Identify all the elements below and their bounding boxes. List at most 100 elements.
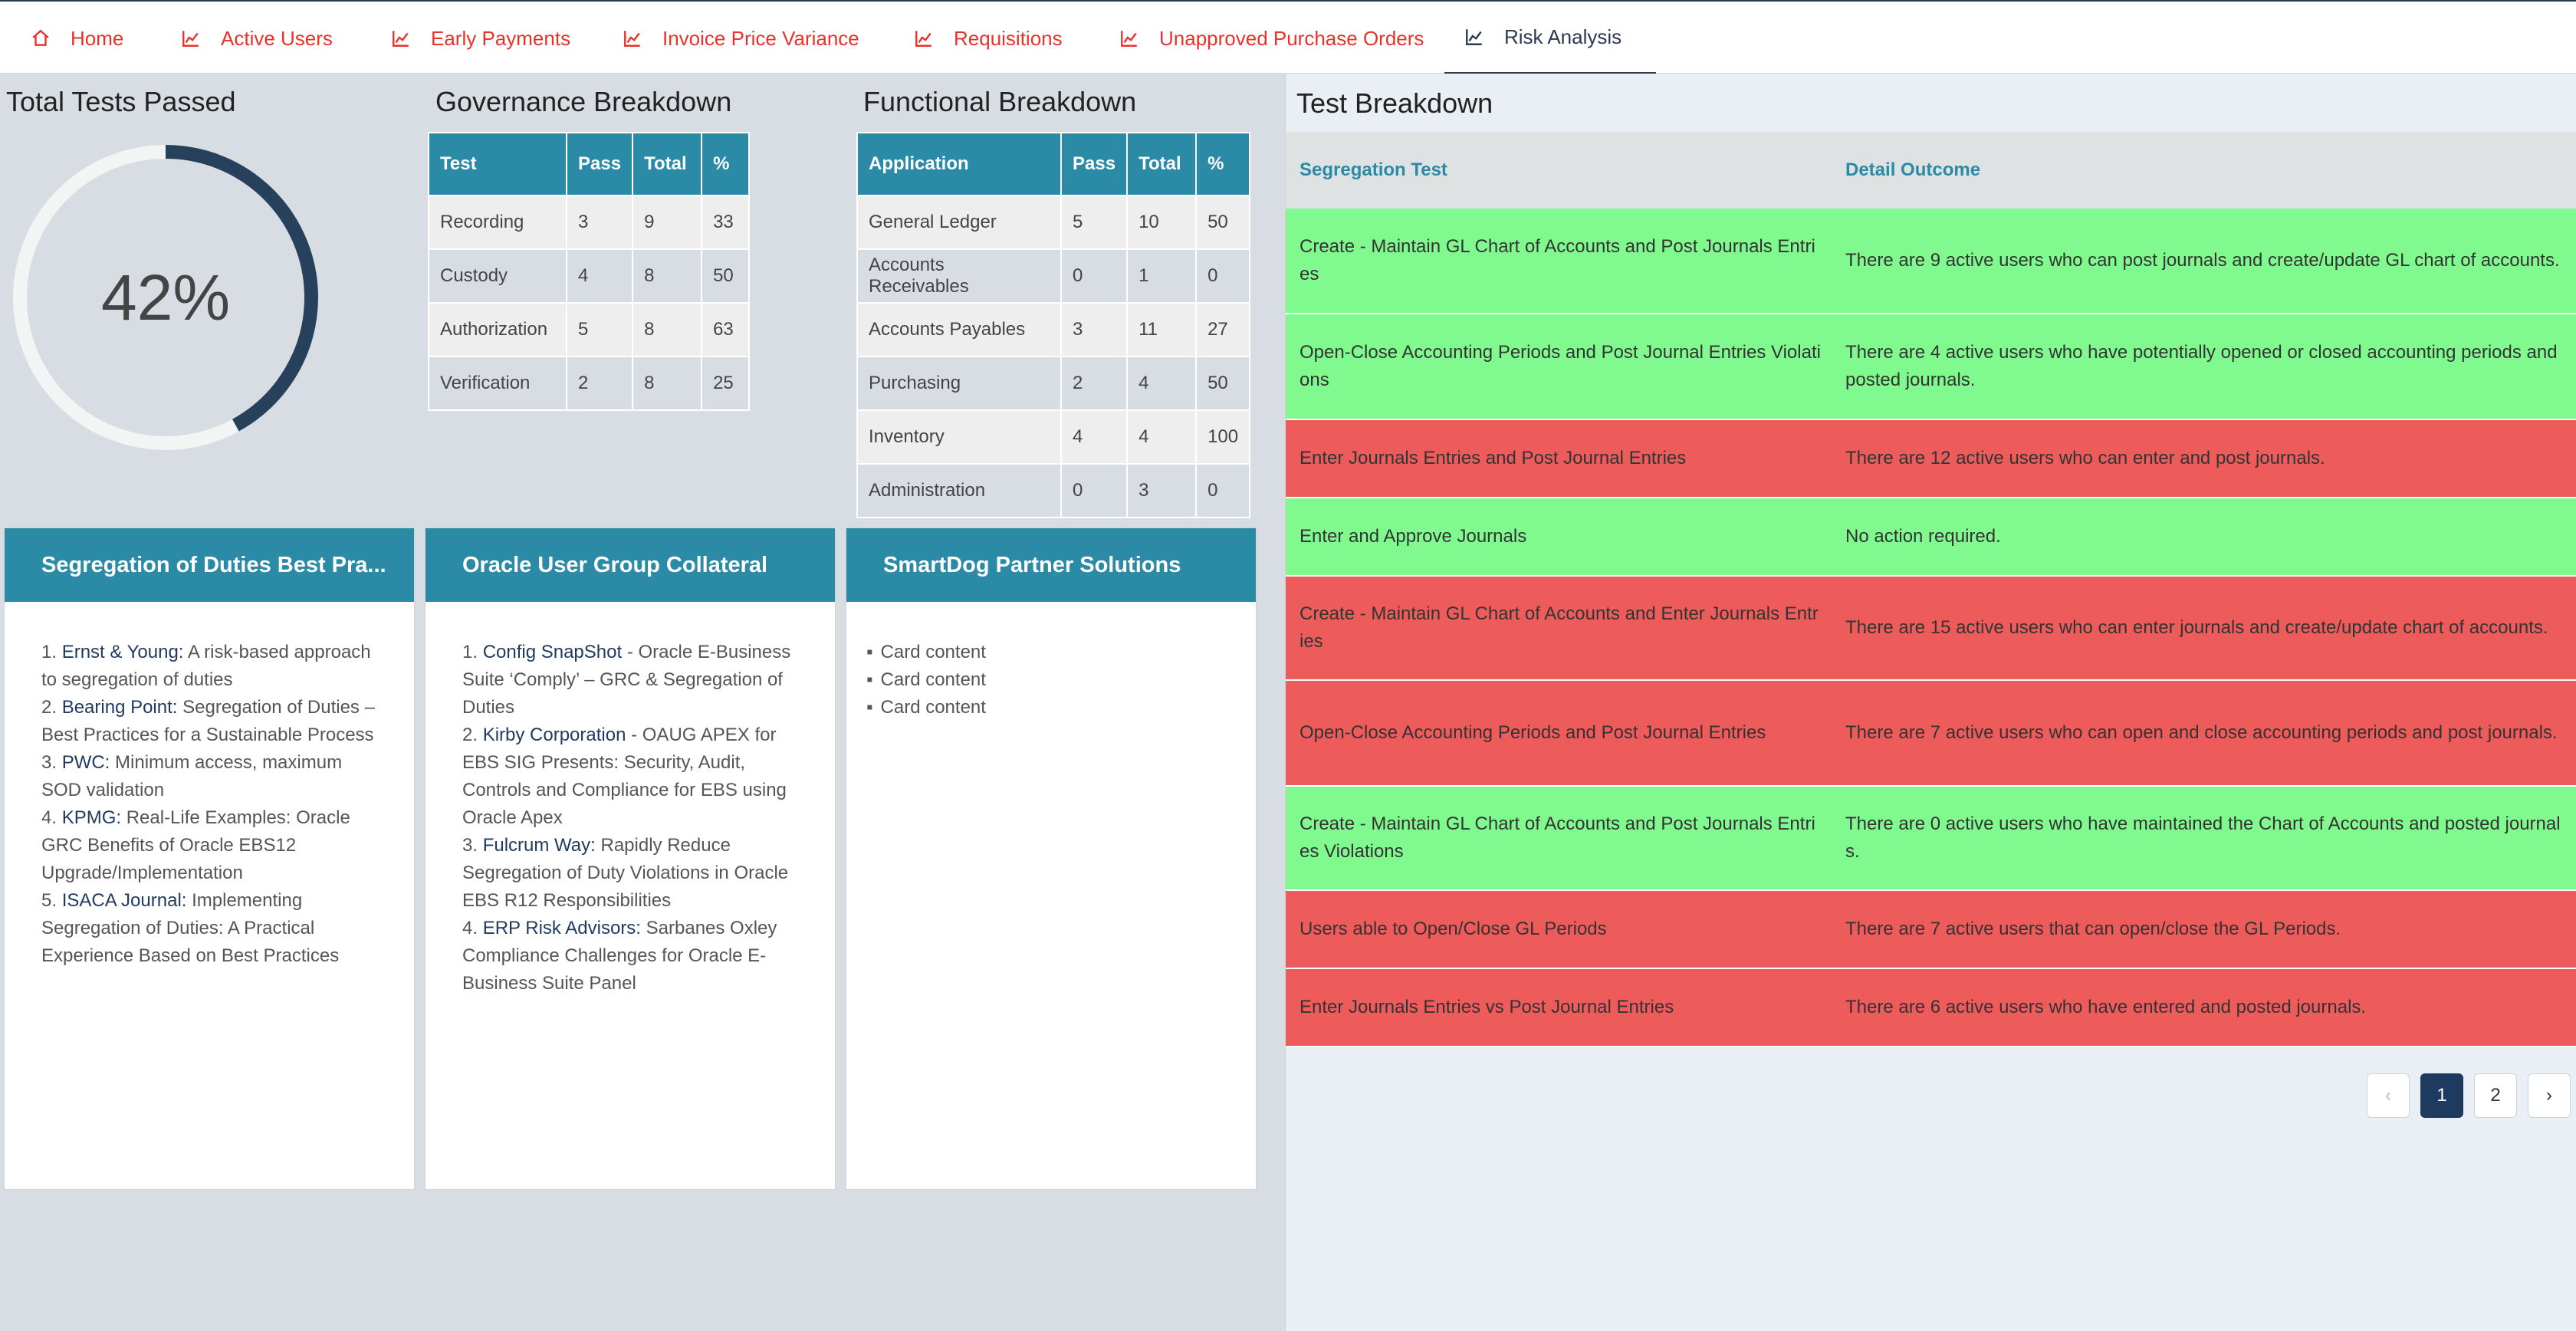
chart-icon — [182, 31, 199, 47]
pagination-next-button[interactable]: › — [2528, 1073, 2571, 1118]
segregation-test: Open-Close Accounting Periods and Post J… — [1300, 342, 1821, 390]
pagination-page-2[interactable]: 2 — [2474, 1073, 2517, 1118]
card-body: Card content Card content Card content — [846, 602, 1256, 721]
table-cell: 25 — [701, 356, 751, 411]
table-cell: 8 — [632, 248, 703, 304]
total-tests-title: Total Tests Passed — [6, 86, 236, 117]
table-cell: 4 — [1126, 356, 1198, 411]
table-row: Verification 2 8 25 — [428, 356, 751, 411]
table-cell: 8 — [632, 302, 703, 357]
tab-risk-analysis[interactable]: Risk Analysis — [1444, 2, 1656, 75]
list-item: 3. Fulcrum Way: Rapidly Reduce Segregati… — [462, 832, 804, 915]
list-item: Card content — [866, 666, 1225, 694]
table-cell: Verification — [428, 356, 567, 411]
table-cell: 50 — [701, 248, 751, 304]
tab-early-payments[interactable]: Early Payments — [371, 2, 590, 75]
item-number: 3. — [41, 752, 58, 773]
test-breakdown-panel: Test Breakdown Segregation Test Detail O… — [1285, 74, 2576, 1331]
table-row: Recording 3 9 33 — [428, 195, 751, 250]
detail-outcome: There are 0 active users who have mainta… — [1845, 813, 2561, 862]
detail-outcome: There are 7 active users that can open/c… — [1845, 919, 2341, 939]
table-row: Accounts Receivables 0 1 0 — [856, 248, 1251, 304]
item-number: 2. — [462, 725, 478, 745]
tab-unapproved-purchase-orders[interactable]: Unapproved Purchase Orders — [1099, 2, 1444, 75]
segregation-test: Enter Journals Entries vs Post Journal E… — [1300, 997, 1674, 1017]
table-cell: 5 — [1060, 195, 1129, 250]
detail-outcome: There are 6 active users who have entere… — [1845, 997, 2367, 1017]
table-cell: 2 — [565, 356, 634, 411]
column-header-segregation-test[interactable]: Segregation Test — [1300, 132, 1447, 209]
pagination-prev-button[interactable]: ‹ — [2367, 1073, 2410, 1118]
tab-active-users[interactable]: Active Users — [161, 2, 353, 75]
table-row: Authorization 5 8 63 — [428, 302, 751, 357]
link-kpmg[interactable]: KPMG: — [62, 807, 121, 828]
detail-outcome: No action required. — [1845, 526, 2001, 547]
card-title: Segregation of Duties Best Pra... — [5, 528, 414, 602]
tab-label: Invoice Price Variance — [662, 26, 859, 50]
table-cell: 33 — [701, 195, 751, 250]
home-icon — [32, 29, 49, 46]
column-header: Pass — [1060, 132, 1129, 196]
table-cell: Accounts Payables — [856, 302, 1062, 357]
progress-percent: 42% — [100, 261, 231, 334]
item-number: 5. — [41, 890, 58, 911]
column-header-detail-outcome[interactable]: Detail Outcome — [1845, 132, 1980, 209]
link-bearing-point[interactable]: Bearing Point: — [62, 697, 178, 718]
column-header: Total — [632, 132, 703, 196]
table-cell: 2 — [1060, 356, 1129, 411]
table-cell: 3 — [1060, 302, 1129, 357]
table-cell: Purchasing — [856, 356, 1062, 411]
link-pwc[interactable]: PWC: — [62, 752, 110, 773]
list-item: 3. PWC: Minimum access, maximum SOD vali… — [41, 749, 383, 804]
column-header: Test — [428, 132, 567, 196]
table-cell: Administration — [856, 463, 1062, 518]
governance-table: Test Pass Total % Recording 3 9 33 Custo… — [428, 132, 751, 411]
pagination-page-1[interactable]: 1 — [2420, 1073, 2463, 1118]
tab-home[interactable]: Home — [11, 2, 143, 75]
tab-label: Requisitions — [954, 26, 1063, 50]
table-cell: 0 — [1060, 248, 1129, 304]
segregation-test: Enter and Approve Journals — [1300, 526, 1527, 547]
tab-requisitions[interactable]: Requisitions — [894, 2, 1083, 75]
sod-best-practices-card: Segregation of Duties Best Pra... 1. Ern… — [4, 527, 415, 1190]
item-number: 1. — [41, 642, 58, 662]
table-row: Administration 0 3 0 — [856, 463, 1251, 518]
table-row: Accounts Payables 3 11 27 — [856, 302, 1251, 357]
chart-icon — [915, 31, 932, 47]
link-ernst-young[interactable]: Ernst & Young: — [62, 642, 184, 662]
table-row: General Ledger 5 10 50 — [856, 195, 1251, 250]
column-header: Total — [1126, 132, 1198, 196]
table-row: Purchasing 2 4 50 — [856, 356, 1251, 411]
table-cell: 0 — [1195, 463, 1251, 518]
tab-label: Unapproved Purchase Orders — [1159, 26, 1424, 50]
table-cell: 0 — [1060, 463, 1129, 518]
tab-label: Risk Analysis — [1504, 25, 1622, 48]
table-row: Open-Close Accounting Periods and Post J… — [1286, 681, 2576, 787]
governance-title: Governance Breakdown — [435, 86, 732, 117]
segregation-test: Create - Maintain GL Chart of Accounts a… — [1300, 813, 1815, 862]
list-item: Card content — [866, 694, 1225, 721]
link-fulcrum-way[interactable]: Fulcrum Way: — [483, 835, 596, 856]
table-cell: Authorization — [428, 302, 567, 357]
list-item: 1. Ernst & Young: A risk-based approach … — [41, 639, 383, 694]
detail-outcome: There are 15 active users who can enter … — [1845, 617, 2548, 638]
detail-outcome: There are 12 active users who can enter … — [1845, 448, 2325, 468]
card-body: 1. Ernst & Young: A risk-based approach … — [5, 602, 414, 970]
detail-outcome: There are 7 active users who can open an… — [1845, 722, 2558, 743]
tab-label: Home — [71, 26, 124, 50]
link-erp-risk-advisors[interactable]: ERP Risk Advisors: — [483, 918, 641, 938]
table-cell: 3 — [565, 195, 634, 250]
table-cell: 5 — [565, 302, 634, 357]
table-row: Create - Maintain GL Chart of Accounts a… — [1286, 787, 2576, 891]
card-body: 1. Config SnapShot - Oracle E-Business S… — [426, 602, 835, 997]
link-config-snapshot[interactable]: Config SnapShot — [483, 642, 622, 662]
chart-icon — [393, 31, 409, 47]
table-cell: 0 — [1195, 248, 1251, 304]
table-cell: 4 — [1126, 409, 1198, 465]
table-row: Inventory 4 4 100 — [856, 409, 1251, 465]
test-breakdown-title: Test Breakdown — [1296, 87, 1493, 119]
list-item: 5. ISACA Journal: Implementing Segregati… — [41, 887, 383, 970]
link-kirby-corporation[interactable]: Kirby Corporation — [483, 725, 626, 745]
tab-invoice-price-variance[interactable]: Invoice Price Variance — [603, 2, 879, 75]
link-isaca-journal[interactable]: ISACA Journal: — [62, 890, 187, 911]
